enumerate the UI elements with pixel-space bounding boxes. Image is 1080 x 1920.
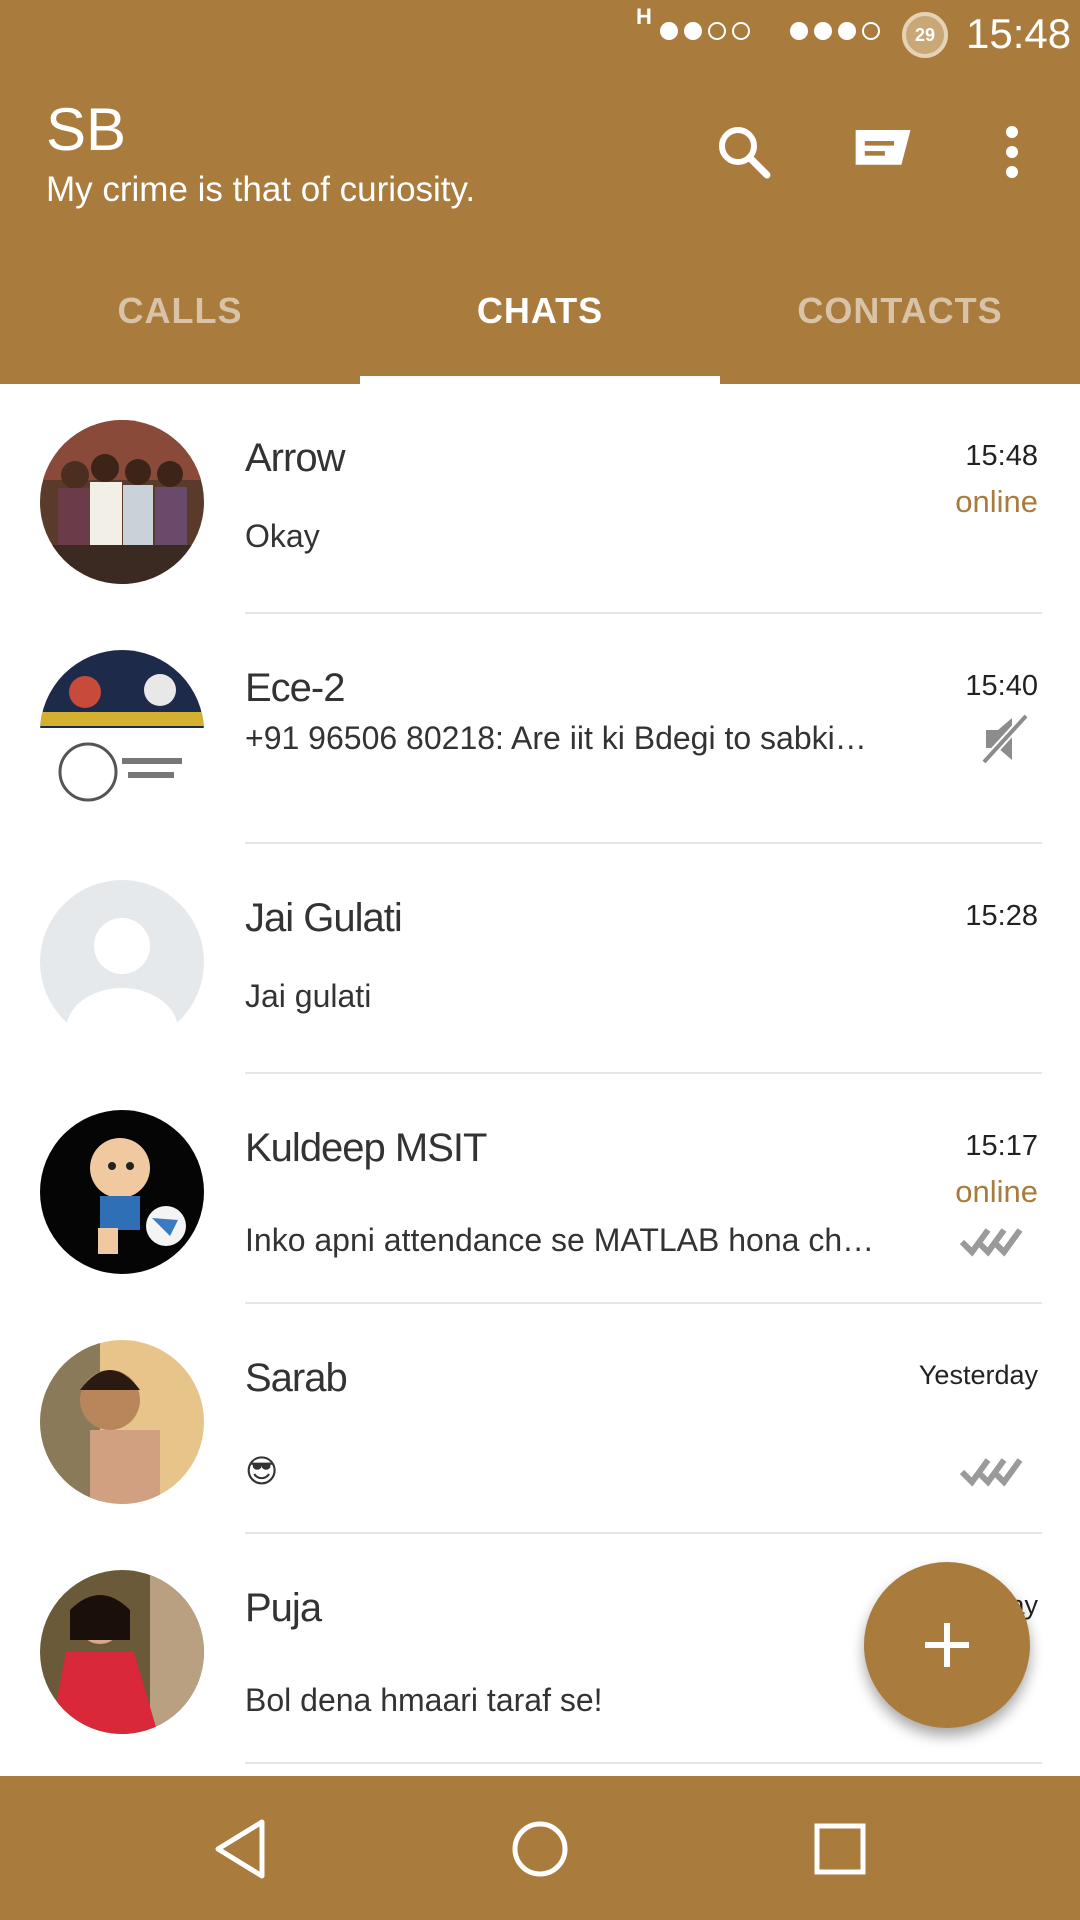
- avatar[interactable]: [40, 420, 204, 584]
- read-ticks-icon: [958, 1224, 1030, 1263]
- avatar[interactable]: [40, 650, 204, 814]
- chat-name: Jai Gulati: [245, 896, 403, 940]
- profile-info[interactable]: SB My crime is that of curiosity.: [46, 96, 475, 212]
- navigation-bar: [0, 1776, 1080, 1920]
- battery-level: 29: [914, 24, 936, 45]
- tab-chats[interactable]: CHATS: [360, 270, 720, 384]
- chat-row-jai-gulati[interactable]: Jai Gulati 15:28 Jai gulati: [0, 844, 1080, 1074]
- status-time: 15:48: [966, 10, 1072, 57]
- chat-name: Arrow: [245, 436, 345, 480]
- new-chat-icon[interactable]: [852, 120, 916, 184]
- chat-preview: Bol dena hmaari taraf se!: [245, 1682, 603, 1718]
- tab-bar: CALLS CHATS CONTACTS: [0, 270, 1080, 384]
- home-icon[interactable]: [505, 1814, 575, 1884]
- status-bar: H 29 15:48: [0, 0, 1080, 70]
- chat-preview: +91 96506 80218: Are iit ki Bdegi to sab…: [245, 720, 867, 756]
- chat-name: Ece-2: [245, 666, 345, 710]
- avatar[interactable]: [40, 1110, 204, 1274]
- chat-row-kuldeep-msit[interactable]: Kuldeep MSIT 15:17 online Inko apni atte…: [0, 1074, 1080, 1304]
- recents-icon[interactable]: [805, 1814, 875, 1884]
- network-type: H: [636, 4, 652, 29]
- chat-time: 15:17: [965, 1130, 1038, 1162]
- signal-icon-sim2: [790, 22, 880, 40]
- search-icon[interactable]: [712, 120, 776, 184]
- more-options-icon[interactable]: [980, 120, 1044, 184]
- signal-icon-sim1: [660, 22, 750, 40]
- online-status: online: [955, 484, 1038, 519]
- chat-preview: 😎: [245, 1453, 279, 1489]
- avatar[interactable]: [40, 1340, 204, 1504]
- status-message: My crime is that of curiosity.: [46, 170, 476, 209]
- chat-name: Puja: [245, 1586, 322, 1630]
- chat-time: 15:28: [965, 900, 1038, 932]
- chat-preview: Jai gulati: [245, 978, 372, 1014]
- app-header: H 29 15:48 SB My crime is that of curios…: [0, 0, 1080, 384]
- screen: H 29 15:48 SB My crime is that of curios…: [0, 0, 1080, 1920]
- read-ticks-icon: [958, 1454, 1030, 1493]
- chat-row-sarab[interactable]: Sarab Yesterday 😎: [0, 1304, 1080, 1534]
- plus-icon: [925, 1623, 969, 1667]
- battery-icon: 29: [902, 12, 948, 58]
- chat-preview: Okay: [245, 518, 320, 554]
- chat-time: Yesterday: [918, 1360, 1038, 1390]
- chat-time: 15:40: [965, 670, 1038, 702]
- page-title: SB: [46, 96, 127, 163]
- divider: [245, 1762, 1042, 1764]
- chat-time: 15:48: [965, 440, 1038, 472]
- avatar[interactable]: [40, 880, 204, 1044]
- chat-name: Kuldeep MSIT: [245, 1126, 487, 1170]
- chat-row-arrow[interactable]: Arrow 15:48 online Okay: [0, 384, 1080, 614]
- chat-list: Arrow 15:48 online Okay Ece-2 15:40 +91 …: [0, 384, 1080, 1764]
- muted-icon: [980, 712, 1030, 771]
- chat-preview: Inko apni attendance se MATLAB hona ch…: [245, 1222, 875, 1258]
- chat-name: Sarab: [245, 1356, 348, 1400]
- online-status: online: [955, 1174, 1038, 1209]
- new-chat-button[interactable]: [864, 1562, 1030, 1728]
- chat-row-ece-2[interactable]: Ece-2 15:40 +91 96506 80218: Are iit ki …: [0, 614, 1080, 844]
- tab-contacts[interactable]: CONTACTS: [720, 270, 1080, 384]
- tab-calls[interactable]: CALLS: [0, 270, 360, 384]
- avatar[interactable]: [40, 1570, 204, 1734]
- back-icon[interactable]: [205, 1814, 275, 1884]
